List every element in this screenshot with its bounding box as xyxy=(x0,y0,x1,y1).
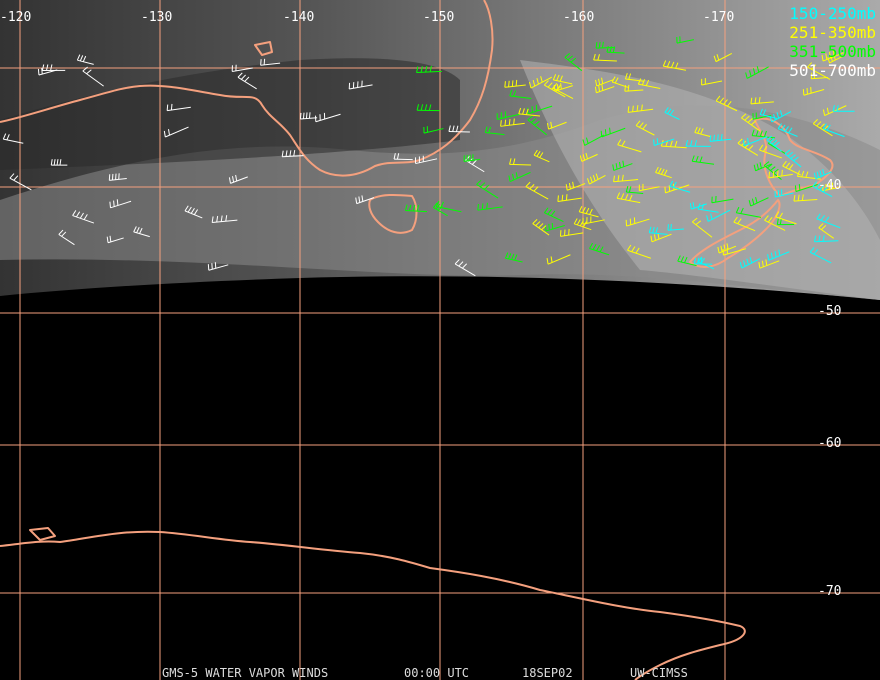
legend-entry: 150-250mb xyxy=(789,4,876,23)
footer-product: GMS-5 WATER VAPOR WINDS xyxy=(162,666,329,680)
legend-entry: 501-700mb xyxy=(789,61,876,80)
satellite-map: -120 -130 -140 -150 -160 -170 -40 -50 -6… xyxy=(0,0,880,680)
lon-label: -140 xyxy=(283,10,315,25)
antarctica-islet xyxy=(29,527,56,541)
legend-entry: 251-350mb xyxy=(789,23,876,42)
lat-label: -50 xyxy=(818,304,842,319)
footer-time: 00:00 UTC xyxy=(404,666,470,680)
lon-label: -120 xyxy=(0,10,32,25)
lat-label: -40 xyxy=(818,178,842,193)
legend-entry: 351-500mb xyxy=(789,42,876,61)
lon-label: -170 xyxy=(703,10,735,25)
footer-date: 18SEP02 xyxy=(522,666,573,680)
footer-source: UW-CIMSS xyxy=(630,666,688,680)
lon-label: -130 xyxy=(141,10,173,25)
lon-label: -160 xyxy=(563,10,595,25)
antarctica-coast xyxy=(0,530,746,680)
pressure-legend: 150-250mb 251-350mb 351-500mb 501-700mb xyxy=(789,4,876,80)
lon-label: -150 xyxy=(423,10,455,25)
map-svg xyxy=(0,0,880,680)
lat-label: -70 xyxy=(818,584,842,599)
lat-label: -60 xyxy=(818,436,842,451)
